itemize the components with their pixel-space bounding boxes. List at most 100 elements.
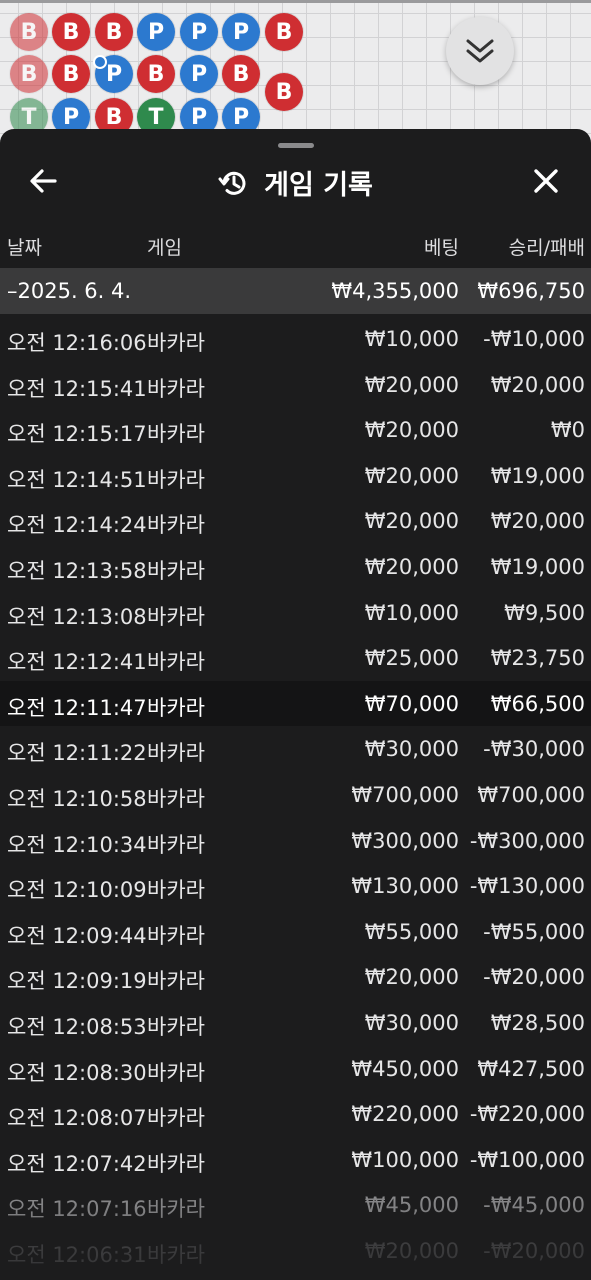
row-time: 오전 12:07:16 bbox=[7, 1197, 147, 1222]
row-game: 바카라 bbox=[147, 923, 205, 948]
column-header-bet[interactable]: 베팅 bbox=[424, 233, 459, 260]
row-bet: ₩100,000 bbox=[351, 1147, 459, 1172]
row-bet: ₩20,000 bbox=[364, 1238, 459, 1263]
bead-banker: B bbox=[52, 55, 90, 93]
row-game: 바카라 bbox=[147, 695, 205, 720]
date-group-result-total: ₩696,750 bbox=[477, 279, 585, 303]
page-title: 게임 기록 bbox=[264, 170, 373, 201]
history-row[interactable]: 오전 12:11:47 바카라 ₩70,000 ₩66,500 bbox=[0, 680, 591, 727]
history-row[interactable]: 오전 12:06:31 바카라 ₩20,000 -₩20,000 bbox=[0, 1228, 591, 1274]
history-row[interactable]: 오전 12:08:30 바카라 ₩450,000 ₩427,500 bbox=[0, 1046, 591, 1092]
row-result: -₩20,000 bbox=[483, 965, 585, 990]
pair-dot bbox=[93, 55, 107, 69]
double-chevron-down-icon bbox=[466, 39, 494, 63]
row-bet: ₩130,000 bbox=[351, 874, 459, 899]
column-headers: 날짜 게임 베팅 승리/패배 bbox=[0, 225, 591, 265]
row-time: 오전 12:10:34 bbox=[7, 832, 147, 857]
collapse-button[interactable] bbox=[446, 17, 514, 85]
row-time: 오전 12:08:53 bbox=[7, 1014, 147, 1039]
row-time: 오전 12:16:06 bbox=[7, 331, 147, 355]
row-result: ₩28,500 bbox=[490, 1010, 585, 1035]
bead-banker: B bbox=[52, 13, 90, 51]
row-game: 바카라 bbox=[147, 969, 205, 994]
history-row[interactable]: 오전 12:09:44 바카라 ₩55,000 -₩55,000 bbox=[0, 909, 591, 955]
history-row[interactable]: 오전 12:13:58 바카라 ₩20,000 ₩19,000 bbox=[0, 544, 591, 590]
history-row[interactable]: 오전 12:15:41 바카라 ₩20,000 ₩20,000 bbox=[0, 362, 591, 408]
row-time: 오전 12:13:58 bbox=[7, 558, 147, 583]
history-row[interactable]: 오전 12:15:17 바카라 ₩20,000 ₩0 bbox=[0, 407, 591, 453]
row-result: ₩66,500 bbox=[490, 691, 585, 716]
row-bet: ₩45,000 bbox=[364, 1193, 459, 1218]
row-game: 바카라 bbox=[147, 1242, 205, 1267]
row-game: 바카라 bbox=[147, 422, 205, 447]
row-time: 오전 12:08:07 bbox=[7, 1106, 147, 1131]
row-bet: ₩20,000 bbox=[364, 965, 459, 990]
history-row[interactable]: 오전 12:10:09 바카라 ₩130,000 -₩130,000 bbox=[0, 863, 591, 909]
row-bet: ₩70,000 bbox=[364, 691, 459, 716]
history-row[interactable]: 오전 12:09:19 바카라 ₩20,000 -₩20,000 bbox=[0, 954, 591, 1000]
row-result: ₩427,500 bbox=[477, 1056, 585, 1081]
game-history-sheet: 게임 기록 날짜 게임 베팅 승리/패배 –2025. 6. 4. ₩4,355… bbox=[0, 129, 591, 1280]
row-bet: ₩220,000 bbox=[351, 1102, 459, 1127]
row-result: ₩20,000 bbox=[490, 372, 585, 397]
row-time: 오전 12:10:09 bbox=[7, 878, 147, 903]
history-row[interactable]: 오전 12:16:06 바카라 ₩10,000 -₩10,000 bbox=[0, 316, 591, 362]
bead-player: P bbox=[222, 13, 260, 51]
row-bet: ₩30,000 bbox=[364, 1010, 459, 1035]
history-row[interactable]: 오전 12:12:41 바카라 ₩25,000 ₩23,750 bbox=[0, 635, 591, 681]
history-row[interactable]: 오전 12:07:42 바카라 ₩100,000 -₩100,000 bbox=[0, 1137, 591, 1183]
row-game: 바카라 bbox=[147, 1060, 205, 1085]
row-game: 바카라 bbox=[147, 650, 205, 675]
row-time: 오전 12:13:08 bbox=[7, 604, 147, 629]
row-game: 바카라 bbox=[147, 604, 205, 629]
row-bet: ₩10,000 bbox=[364, 600, 459, 625]
bead-banker: B bbox=[265, 13, 303, 51]
row-bet: ₩300,000 bbox=[351, 828, 459, 853]
history-row[interactable]: 오전 12:14:24 바카라 ₩20,000 ₩20,000 bbox=[0, 498, 591, 544]
row-result: ₩700,000 bbox=[477, 782, 585, 807]
row-time: 오전 12:11:22 bbox=[7, 741, 147, 766]
row-game: 바카라 bbox=[147, 467, 205, 492]
bead-player: P bbox=[180, 13, 218, 51]
history-row[interactable]: 오전 12:10:58 바카라 ₩700,000 ₩700,000 bbox=[0, 772, 591, 818]
bead-banker: B bbox=[10, 13, 48, 51]
row-result: ₩0 bbox=[550, 418, 585, 443]
bead-banker: B bbox=[95, 13, 133, 51]
bead-player: P bbox=[137, 13, 175, 51]
row-bet: ₩700,000 bbox=[351, 782, 459, 807]
history-clock-icon bbox=[218, 171, 246, 195]
drag-handle[interactable] bbox=[278, 143, 314, 148]
row-result: -₩100,000 bbox=[469, 1147, 585, 1172]
row-game: 바카라 bbox=[147, 1151, 205, 1176]
row-time: 오전 12:10:58 bbox=[7, 786, 147, 811]
date-group-label: –2025. 6. 4. bbox=[7, 279, 132, 303]
row-result: ₩23,750 bbox=[490, 646, 585, 671]
row-result: -₩55,000 bbox=[483, 919, 585, 944]
row-game: 바카라 bbox=[147, 741, 205, 766]
row-result: -₩300,000 bbox=[469, 828, 585, 853]
date-group-row[interactable]: –2025. 6. 4. ₩4,355,000 ₩696,750 bbox=[0, 268, 591, 314]
history-row[interactable]: 오전 12:10:34 바카라 ₩300,000 -₩300,000 bbox=[0, 818, 591, 864]
bead-banker: B bbox=[265, 73, 303, 111]
row-bet: ₩55,000 bbox=[364, 919, 459, 944]
row-result: -₩10,000 bbox=[483, 327, 585, 351]
history-list: 오전 12:16:06 바카라 ₩10,000 -₩10,000 오전 12:15:41… bbox=[0, 316, 591, 1273]
bead-banker: B bbox=[222, 55, 260, 93]
close-x-icon bbox=[534, 169, 558, 193]
history-row[interactable]: 오전 12:08:53 바카라 ₩30,000 ₩28,500 bbox=[0, 1000, 591, 1046]
history-row[interactable]: 오전 12:11:22 바카라 ₩30,000 -₩30,000 bbox=[0, 726, 591, 772]
column-header-result[interactable]: 승리/패배 bbox=[509, 233, 585, 260]
row-bet: ₩20,000 bbox=[364, 509, 459, 534]
history-row[interactable]: 오전 12:07:16 바카라 ₩45,000 -₩45,000 bbox=[0, 1182, 591, 1228]
row-bet: ₩30,000 bbox=[364, 737, 459, 762]
sheet-header: 게임 기록 bbox=[0, 155, 591, 205]
history-row[interactable]: 오전 12:13:08 바카라 ₩10,000 ₩9,500 bbox=[0, 590, 591, 636]
column-header-game[interactable]: 게임 bbox=[147, 233, 182, 260]
history-row[interactable]: 오전 12:08:07 바카라 ₩220,000 -₩220,000 bbox=[0, 1091, 591, 1137]
row-game: 바카라 bbox=[147, 1014, 205, 1039]
bead-player: P bbox=[180, 55, 218, 93]
close-button[interactable] bbox=[528, 163, 564, 199]
column-header-date[interactable]: 날짜 bbox=[7, 233, 42, 260]
row-result: -₩20,000 bbox=[483, 1238, 585, 1263]
history-row[interactable]: 오전 12:14:51 바카라 ₩20,000 ₩19,000 bbox=[0, 453, 591, 499]
